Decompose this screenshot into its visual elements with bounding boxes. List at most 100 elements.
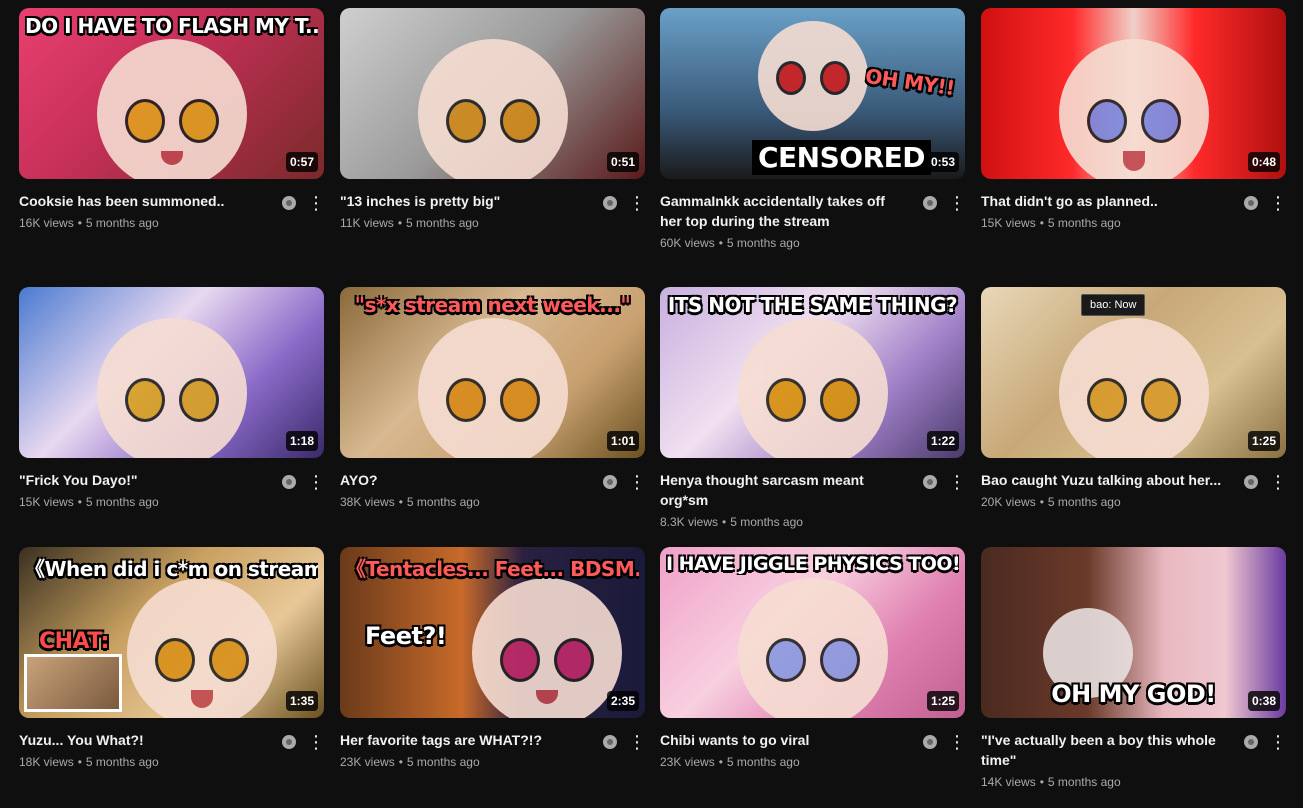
video-card[interactable]: bao: Now 1:25 Bao caught Yuzu talking ab… [981,287,1287,509]
kebab-menu-icon[interactable]: ⋮ [307,472,325,492]
kebab-menu-icon[interactable]: ⋮ [628,732,646,752]
view-count: 38K views [340,495,395,509]
video-thumbnail[interactable]: 《When did i c*m on stream?》 CHAT: 1:35 [19,547,324,718]
upload-age: 5 months ago [406,495,480,509]
thumbnail-caption: ITS NOT THE SAME THING? [667,293,958,317]
view-count: 8.3K views [660,515,719,529]
video-title[interactable]: "13 inches is pretty big" [340,191,590,211]
upload-age: 5 months ago [406,216,479,230]
video-title[interactable]: "I've actually been a boy this whole tim… [981,730,1231,770]
video-thumbnail[interactable]: OH MY!! CENSORED 0:53 [660,8,965,179]
thumbnail-caption: DO I HAVE TO FLASH MY T...? [25,14,318,38]
video-card[interactable]: OH MY!! CENSORED 0:53 GammaInkk accident… [660,8,966,250]
upload-age: 5 months ago [85,216,159,230]
view-count: 20K views [981,495,1036,509]
video-title[interactable]: Yuzu... You What?! [19,730,269,750]
video-meta: 18K views • 5 months ago [19,755,159,769]
upload-age: 5 months ago [1047,775,1121,789]
duration-badge: 1:25 [926,691,959,711]
upload-age: 5 months ago [730,515,803,529]
video-meta: 23K views • 5 months ago [340,755,480,769]
character-face [1058,39,1209,179]
video-title[interactable]: Henya thought sarcasm meant org*sm [660,470,910,510]
duration-badge: 0:53 [926,152,959,172]
thumbnail-caption: "s*x stream next week..." [354,293,631,317]
video-card[interactable]: DO I HAVE TO FLASH MY T...? 0:57 Cooksie… [19,8,325,230]
video-title[interactable]: Her favorite tags are WHAT?!? [340,730,590,750]
view-count: 60K views [660,236,715,250]
video-card[interactable]: OH MY GOD! 0:38 "I've actually been a bo… [981,547,1287,789]
status-icon [282,735,296,749]
duration-badge: 2:35 [606,691,639,711]
video-card[interactable]: 0:48 That didn't go as planned.. 15K vie… [981,8,1287,230]
video-title[interactable]: AYO? [340,470,590,490]
video-meta: 11K views • 5 months ago [340,216,479,230]
duration-badge: 1:22 [926,431,959,451]
duration-badge: 1:01 [606,431,639,451]
kebab-menu-icon[interactable]: ⋮ [1269,193,1287,213]
video-thumbnail[interactable]: "s*x stream next week..." 1:01 [340,287,645,458]
duration-badge: 1:18 [285,431,318,451]
video-thumbnail[interactable]: ITS NOT THE SAME THING? 1:22 [660,287,965,458]
video-title[interactable]: That didn't go as planned.. [981,191,1231,211]
video-card[interactable]: 《Tentacles... Feet... BDSM...》 Feet?! 2:… [340,547,646,769]
video-card[interactable]: ITS NOT THE SAME THING? 1:22 Henya thoug… [660,287,966,529]
video-title[interactable]: "Frick You Dayo!" [19,470,269,490]
character-face [417,39,568,179]
status-icon [282,475,296,489]
video-thumbnail[interactable]: DO I HAVE TO FLASH MY T...? 0:57 [19,8,324,179]
chat-message-badge: bao: Now [1081,294,1146,316]
video-thumbnail[interactable]: 《Tentacles... Feet... BDSM...》 Feet?! 2:… [340,547,645,718]
status-icon [603,735,617,749]
video-thumbnail[interactable]: 0:48 [981,8,1286,179]
video-card[interactable]: 0:51 "13 inches is pretty big" 11K views… [340,8,646,230]
kebab-menu-icon[interactable]: ⋮ [628,193,646,213]
video-title[interactable]: Bao caught Yuzu talking about her... [981,470,1231,490]
upload-age: 5 months ago [726,755,800,769]
kebab-menu-icon[interactable]: ⋮ [628,472,646,492]
video-card[interactable]: 1:18 "Frick You Dayo!" 15K views • 5 month… [19,287,325,509]
character-face [1058,318,1209,458]
video-thumbnail[interactable]: 0:51 [340,8,645,179]
status-icon [603,196,617,210]
status-icon [923,735,937,749]
video-title[interactable]: Chibi wants to go viral [660,730,910,750]
character-face [737,578,888,718]
video-card[interactable]: 《When did i c*m on stream?》 CHAT: 1:35 Y… [19,547,325,769]
upload-age: 5 months ago [726,236,800,250]
kebab-menu-icon[interactable]: ⋮ [948,193,966,213]
character-face [757,21,868,132]
view-count: 16K views [19,216,74,230]
character-face [737,318,888,458]
character-face [127,578,277,718]
kebab-menu-icon[interactable]: ⋮ [1269,472,1287,492]
upload-age: 5 months ago [406,755,480,769]
video-thumbnail[interactable]: I HAVE JIGGLE PHYSICS TOO! 1:25 [660,547,965,718]
view-count: 23K views [340,755,395,769]
status-icon [603,475,617,489]
duration-badge: 0:38 [1247,691,1280,711]
video-title[interactable]: GammaInkk accidentally takes off her top… [660,191,910,231]
video-thumbnail[interactable]: bao: Now 1:25 [981,287,1286,458]
video-meta: 60K views • 5 months ago [660,236,800,250]
character-face [472,578,623,718]
kebab-menu-icon[interactable]: ⋮ [307,193,325,213]
upload-age: 5 months ago [85,495,159,509]
kebab-menu-icon[interactable]: ⋮ [307,732,325,752]
status-icon [282,196,296,210]
video-meta: 15K views • 5 months ago [19,495,159,509]
video-title[interactable]: Cooksie has been summoned.. [19,191,269,211]
status-icon [1244,196,1258,210]
video-thumbnail[interactable]: OH MY GOD! 0:38 [981,547,1286,718]
video-meta: 23K views • 5 months ago [660,755,800,769]
kebab-menu-icon[interactable]: ⋮ [948,732,966,752]
kebab-menu-icon[interactable]: ⋮ [948,472,966,492]
view-count: 18K views [19,755,74,769]
kebab-menu-icon[interactable]: ⋮ [1269,732,1287,752]
video-card[interactable]: I HAVE JIGGLE PHYSICS TOO! 1:25 Chibi wa… [660,547,966,769]
status-icon [923,475,937,489]
video-card[interactable]: "s*x stream next week..." 1:01 AYO? 38K … [340,287,646,509]
video-meta: 16K views • 5 months ago [19,216,159,230]
duration-badge: 1:35 [285,691,318,711]
video-thumbnail[interactable]: 1:18 [19,287,324,458]
